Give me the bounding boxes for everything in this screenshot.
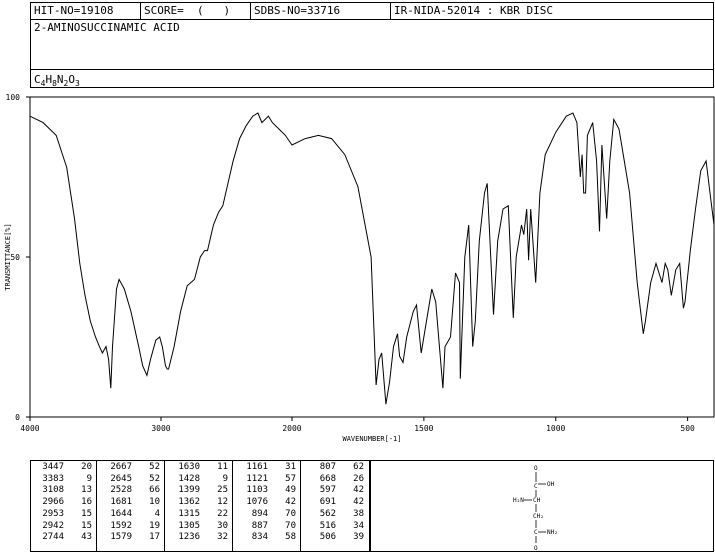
peak-wavenumber: 562 <box>319 508 336 519</box>
peak-column-separator <box>232 460 233 552</box>
peak-wavenumber: 834 <box>251 532 268 543</box>
peak-wavenumber: 1305 <box>178 520 200 531</box>
peak-wavenumber: 1362 <box>178 497 200 508</box>
y-tick-label: 0 <box>15 413 20 422</box>
peak-transmittance: 62 <box>353 462 364 472</box>
spectrum-line <box>29 112 715 405</box>
peak-wavenumber: 2645 <box>110 473 132 484</box>
peak-wavenumber: 1076 <box>246 497 268 508</box>
peak-transmittance: 25 <box>217 485 228 496</box>
peak-wavenumber-column: 1630 1428 1399 1362 1315 1305 1236 <box>170 462 200 544</box>
peak-wavenumber-column: 2667 2645 2528 1681 1644 1592 1579 <box>102 462 132 544</box>
peak-wavenumber-column: 1161 1121 1103 1076 894 887 834 <box>238 462 268 544</box>
peak-transmittance: 57 <box>285 473 296 484</box>
x-axis-label: WAVENUMBER[-1] <box>342 435 401 443</box>
peak-transmittance: 66 <box>149 485 160 496</box>
peak-transmittance: 42 <box>285 497 296 508</box>
peak-transmittance: 15 <box>81 508 92 519</box>
peak-transmittance: 34 <box>353 520 364 531</box>
peak-transmittance: 10 <box>149 497 160 508</box>
peak-transmittance: 16 <box>81 497 92 508</box>
peak-wavenumber: 668 <box>319 473 336 484</box>
x-tick-label: 500 <box>680 424 695 433</box>
peak-transmittance: 39 <box>353 532 364 543</box>
peak-transmittance: 52 <box>149 462 160 472</box>
peak-wavenumber: 1161 <box>246 462 268 472</box>
peak-wavenumber: 691 <box>319 497 336 508</box>
peak-wavenumber: 2942 <box>42 520 64 531</box>
peak-transmittance: 58 <box>285 532 296 543</box>
x-tick-label: 4000 <box>20 424 39 433</box>
peak-transmittance: 38 <box>353 508 364 519</box>
y-axis-label: TRANSMITTANCE[%] <box>4 223 12 290</box>
peak-transmittance: 32 <box>217 532 228 543</box>
peak-transmittance: 19 <box>149 520 160 531</box>
peak-wavenumber: 887 <box>251 520 268 531</box>
ir-spectrum-chart: 4000 3000 2000 1500 1000 500 0 50 100 WAVENUMBER[… <box>0 0 715 454</box>
peak-wavenumber: 894 <box>251 508 268 519</box>
peak-wavenumber: 1399 <box>178 485 200 496</box>
peak-column-separator <box>96 460 97 552</box>
x-tick-label: 3000 <box>151 424 170 433</box>
peak-wavenumber: 807 <box>319 462 336 472</box>
x-tick-label: 1000 <box>546 424 565 433</box>
peak-wavenumber: 1121 <box>246 473 268 484</box>
peak-wavenumber: 1579 <box>110 532 132 543</box>
peak-wavenumber: 3383 <box>42 473 64 484</box>
peak-transmittance-column: 52 52 66 10 4 19 17 <box>136 462 160 544</box>
peak-wavenumber: 506 <box>319 532 336 543</box>
peak-transmittance: 70 <box>285 520 296 531</box>
peak-wavenumber: 2528 <box>110 485 132 496</box>
y-tick-label: 100 <box>6 93 21 102</box>
peak-wavenumber: 1236 <box>178 532 200 543</box>
peak-transmittance: 42 <box>353 485 364 496</box>
peak-wavenumber: 2966 <box>42 497 64 508</box>
peak-wavenumber: 1592 <box>110 520 132 531</box>
peak-transmittance-column: 62 26 42 42 38 34 39 <box>340 462 364 544</box>
x-tick-label: 1500 <box>414 424 433 433</box>
peak-transmittance: 26 <box>353 473 364 484</box>
peak-transmittance: 17 <box>149 532 160 543</box>
peak-wavenumber: 3108 <box>42 485 64 496</box>
structure-panel <box>370 460 714 552</box>
peak-wavenumber: 1315 <box>178 508 200 519</box>
peak-transmittance: 9 <box>222 473 228 484</box>
peak-wavenumber: 1681 <box>110 497 132 508</box>
peak-transmittance: 42 <box>353 497 364 508</box>
peak-transmittance: 43 <box>81 532 92 543</box>
peak-wavenumber: 2953 <box>42 508 64 519</box>
peak-wavenumber: 1644 <box>110 508 132 519</box>
peak-transmittance-column: 31 57 49 42 70 70 58 <box>272 462 296 544</box>
peak-wavenumber: 2744 <box>42 532 64 543</box>
peak-transmittance: 15 <box>81 520 92 531</box>
x-tick-label: 2000 <box>282 424 301 433</box>
peak-wavenumber-column: 3447 3383 3108 2966 2953 2942 2744 <box>34 462 64 544</box>
peak-wavenumber: 597 <box>319 485 336 496</box>
peak-transmittance-column: 11 9 25 12 22 30 32 <box>204 462 228 544</box>
peak-wavenumber: 1428 <box>178 473 200 484</box>
peak-transmittance: 12 <box>217 497 228 508</box>
peak-transmittance: 30 <box>217 520 228 531</box>
peak-transmittance: 4 <box>154 508 160 519</box>
peak-column-separator <box>300 460 301 552</box>
peak-wavenumber-column: 807 668 597 691 562 516 506 <box>306 462 336 544</box>
peak-wavenumber: 1630 <box>178 462 200 472</box>
peak-wavenumber: 1103 <box>246 485 268 496</box>
peak-transmittance: 11 <box>217 462 228 472</box>
peak-transmittance: 31 <box>285 462 296 472</box>
peak-wavenumber: 516 <box>319 520 336 531</box>
peak-transmittance: 13 <box>81 485 92 496</box>
peak-transmittance: 20 <box>81 462 92 472</box>
peak-transmittance: 70 <box>285 508 296 519</box>
peak-wavenumber: 3447 <box>42 462 64 472</box>
peak-transmittance-column: 20 9 13 16 15 15 43 <box>68 462 92 544</box>
peak-transmittance: 9 <box>86 473 92 484</box>
peak-column-separator <box>164 460 165 552</box>
peak-transmittance: 49 <box>285 485 296 496</box>
peak-wavenumber: 2667 <box>110 462 132 472</box>
peak-transmittance: 22 <box>217 508 228 519</box>
peak-transmittance: 52 <box>149 473 160 484</box>
spectrum-svg: 4000 3000 2000 1500 1000 500050100WAVENUMBER[… <box>4 93 715 443</box>
